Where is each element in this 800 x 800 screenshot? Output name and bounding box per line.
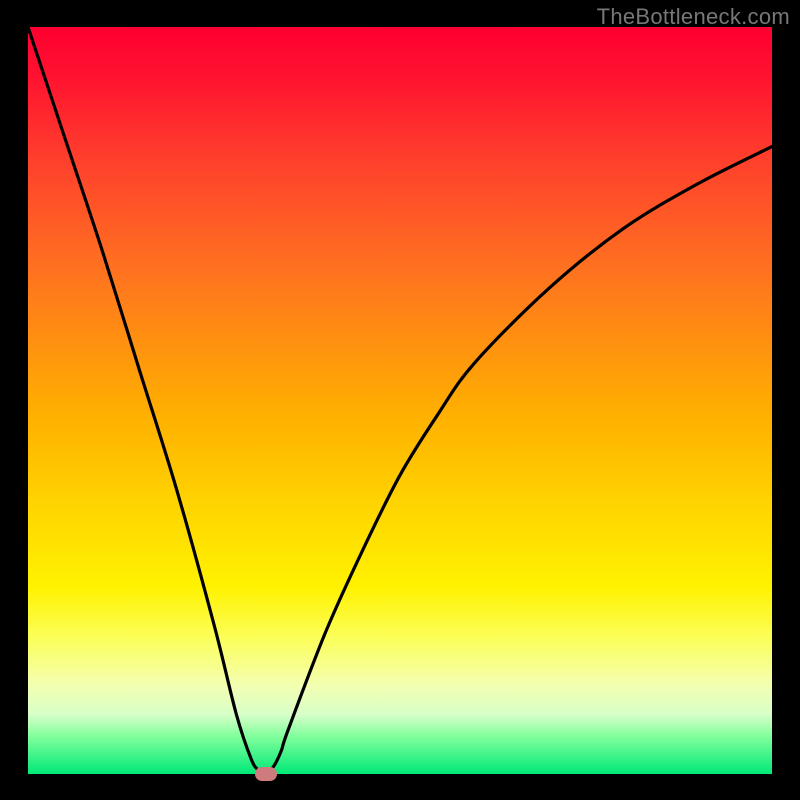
optimal-point-marker <box>255 767 277 781</box>
watermark-text: TheBottleneck.com <box>597 4 790 30</box>
bottleneck-curve <box>28 27 772 774</box>
chart-plot-area <box>28 27 772 774</box>
